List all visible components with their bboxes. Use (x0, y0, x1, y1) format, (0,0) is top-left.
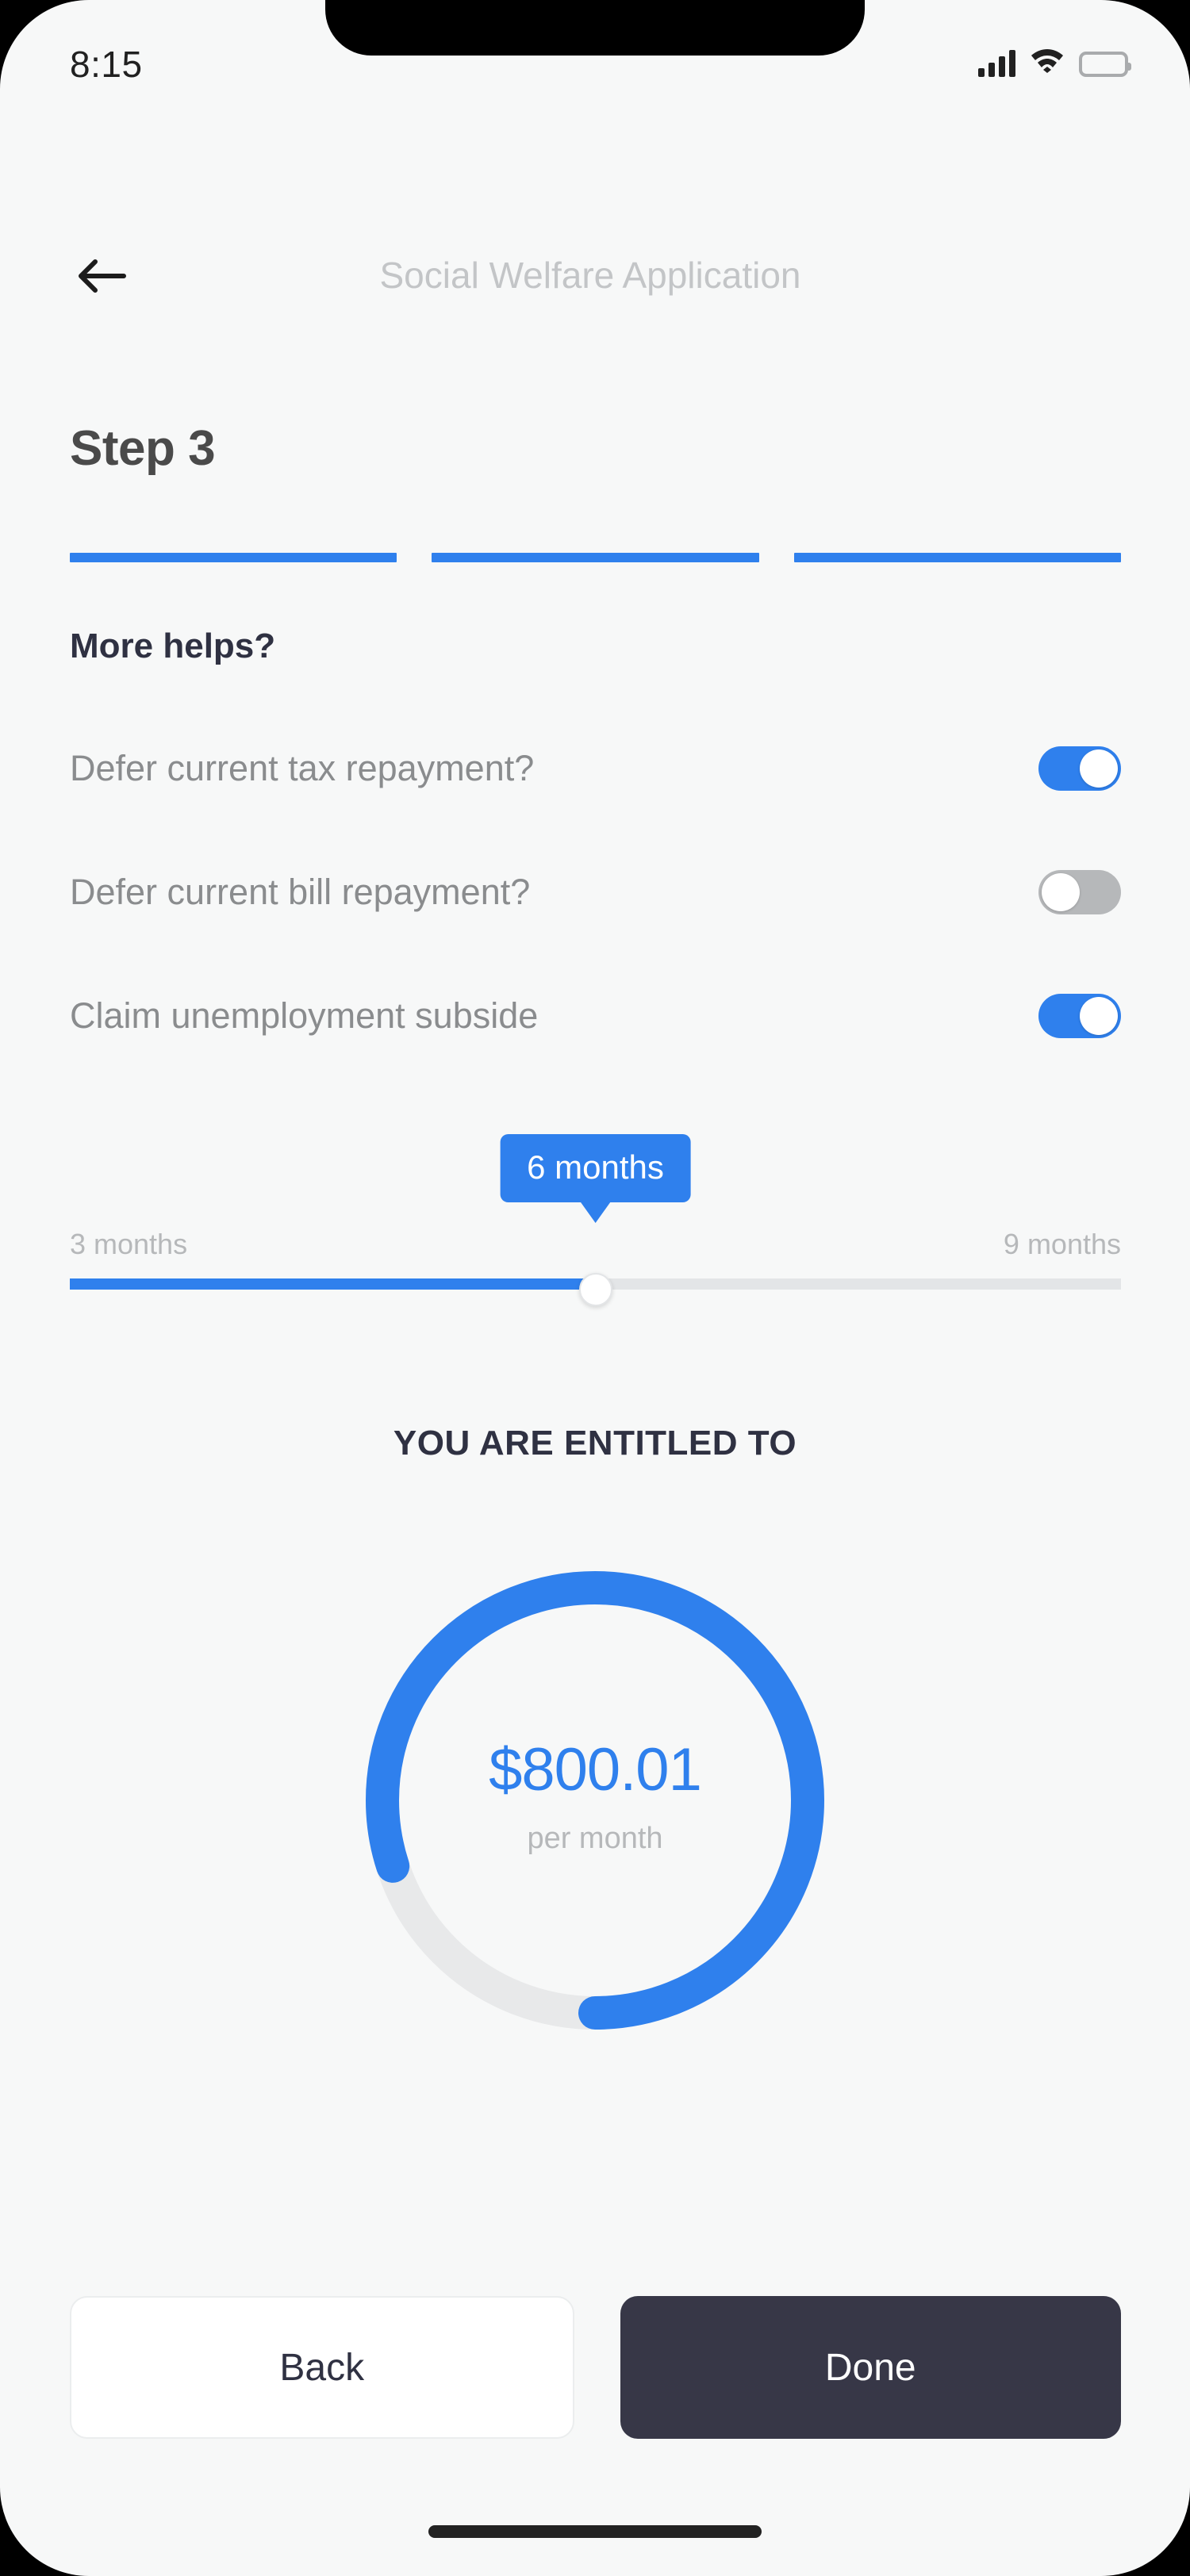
slider-value-tooltip: 6 months (500, 1134, 691, 1202)
slider-max-label: 9 months (1003, 1228, 1121, 1260)
wifi-icon (1030, 46, 1065, 77)
entitlement-title: YOU ARE ENTITLED TO (393, 1424, 797, 1462)
toggle-row-defer-tax[interactable]: Defer current tax repayment? (70, 738, 1121, 799)
progress-segment-1 (70, 553, 397, 562)
status-bar: 8:15 (0, 0, 1190, 143)
status-bar-icons (978, 46, 1131, 77)
done-button[interactable]: Done (620, 2296, 1121, 2439)
slider-fill (70, 1278, 596, 1290)
phone-screen: 8:15 Social Welfare Application Step 3 M… (0, 0, 1190, 2576)
entitlement-amount: $800.01 (489, 1736, 702, 1804)
toggle-switch-defer-tax[interactable] (1038, 746, 1121, 791)
progress-segment-2 (432, 553, 759, 562)
page-title: Social Welfare Application (379, 255, 801, 296)
slider-thumb[interactable] (578, 1273, 612, 1306)
duration-slider[interactable]: 6 months 3 months 9 months (70, 1134, 1121, 1306)
home-indicator[interactable] (428, 2525, 762, 2538)
toggle-row-defer-bill[interactable]: Defer current bill repayment? (70, 861, 1121, 923)
step-heading: Step 3 (70, 421, 216, 476)
toggle-switch-defer-bill[interactable] (1038, 870, 1121, 914)
battery-full-icon (1079, 52, 1131, 77)
donut-center-text: $800.01 per month (349, 1735, 841, 1856)
status-bar-time: 8:15 (70, 44, 143, 85)
toggle-knob (1080, 997, 1118, 1035)
toggle-knob (1080, 749, 1118, 788)
slider-min-label: 3 months (70, 1228, 188, 1260)
progress-segment-3 (793, 553, 1121, 562)
device-notch (325, 0, 865, 56)
app-header: Social Welfare Application (0, 238, 1190, 325)
entitlement-caption: per month (527, 1822, 663, 1855)
entitlement-donut-chart: $800.01 per month (349, 1554, 841, 2046)
back-button[interactable]: Back (70, 2296, 574, 2439)
section-title: More helps? (70, 627, 276, 665)
toggle-row-claim-subside[interactable]: Claim unemployment subside (70, 985, 1121, 1047)
toggle-label: Claim unemployment subside (70, 995, 539, 1036)
toggle-knob (1042, 873, 1080, 911)
footer-actions: Back Done (70, 2296, 1121, 2439)
toggle-switch-claim-subside[interactable] (1038, 994, 1121, 1038)
toggle-list: Defer current tax repayment? Defer curre… (70, 738, 1121, 1109)
step-progress-bar (70, 553, 1121, 562)
cellular-signal-icon (978, 50, 1015, 77)
toggle-label: Defer current tax repayment? (70, 748, 535, 788)
toggle-label: Defer current bill repayment? (70, 872, 531, 912)
